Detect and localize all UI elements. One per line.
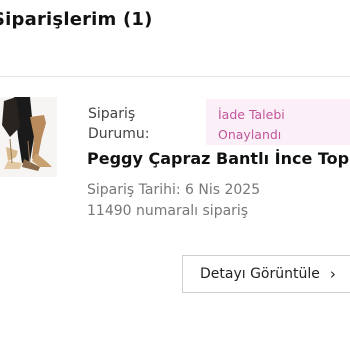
product-thumbnail[interactable]: [0, 97, 57, 177]
status-label-line2: Durumu:: [88, 126, 150, 142]
divider: [0, 76, 350, 77]
view-details-label: Detayı Görüntüle: [200, 266, 320, 282]
order-number: 11490 numaralı sipariş: [87, 203, 249, 219]
product-image-illustration: [0, 97, 57, 177]
view-details-button[interactable]: Detayı Görüntüle ›: [182, 255, 350, 293]
product-name[interactable]: Peggy Çapraz Bantlı İnce Topu...: [87, 149, 350, 168]
status-badge-line2: Onaylandı: [218, 127, 282, 142]
status-badge-line1: İade Talebi: [218, 107, 285, 122]
status-label: Sipariş Durumu:: [88, 104, 188, 144]
orders-page: Siparişlerim (1) Sipariş Durumu: İade Ta…: [0, 0, 350, 350]
status-label-line1: Sipariş: [88, 106, 136, 122]
chevron-right-icon: ›: [329, 265, 336, 283]
order-date: Sipariş Tarihi: 6 Nis 2025: [87, 182, 261, 198]
page-title: Siparişlerim (1): [0, 9, 153, 30]
status-badge: İade Talebi Onaylandı: [206, 99, 350, 145]
